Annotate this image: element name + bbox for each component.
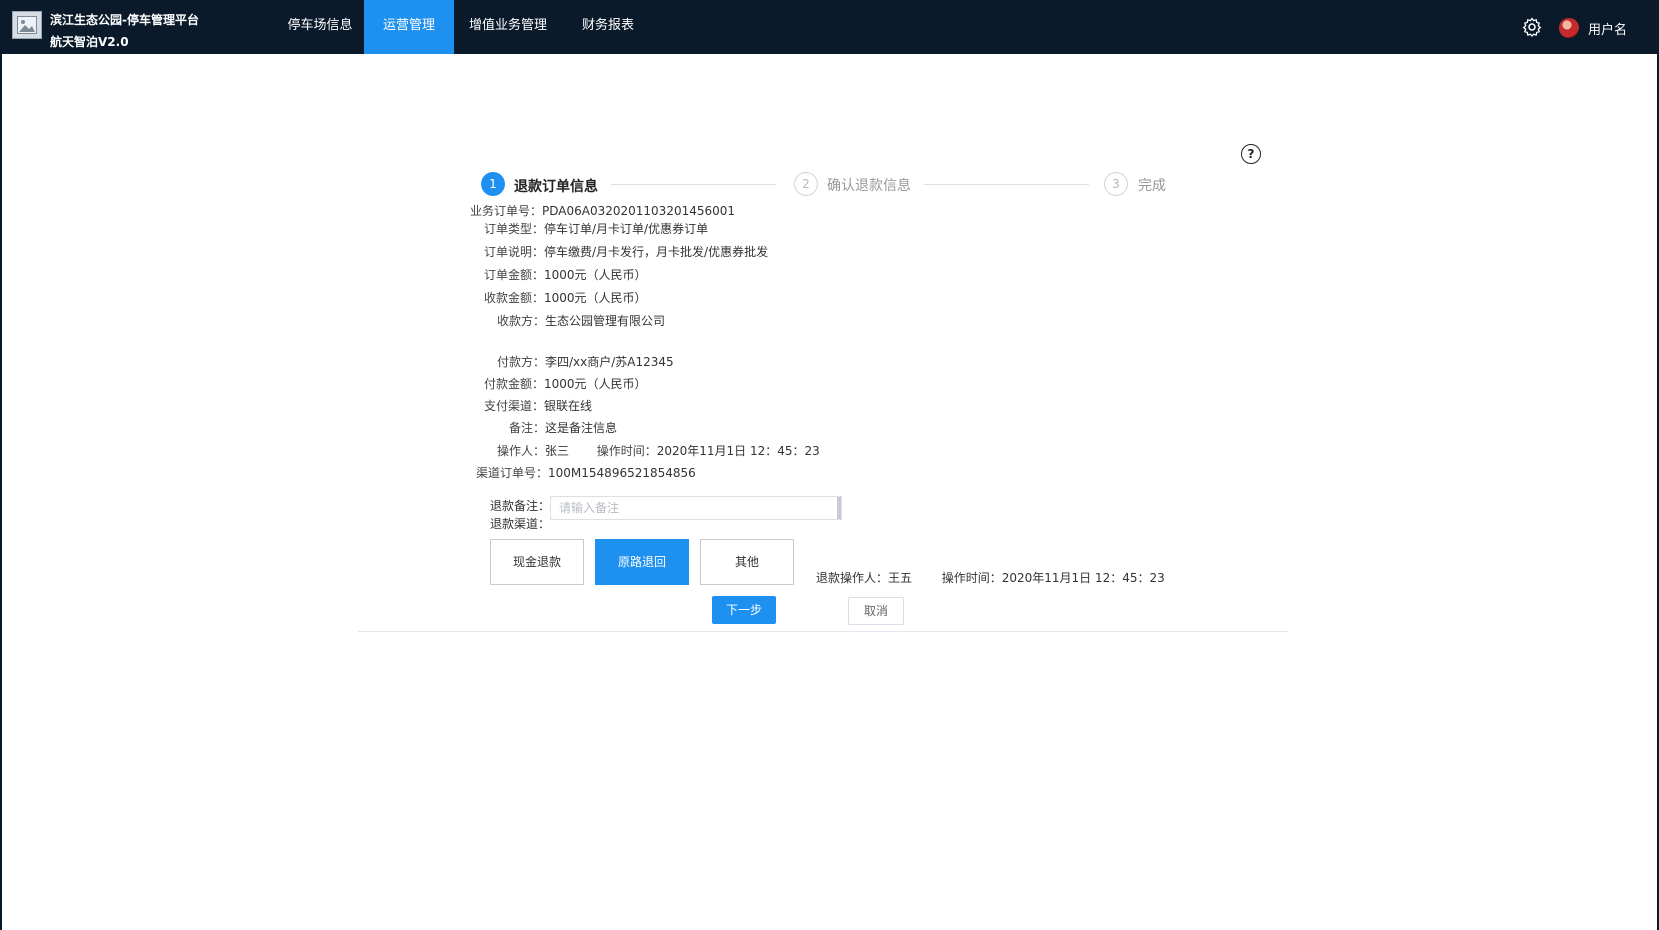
detail-label: 备注：	[509, 421, 546, 435]
detail-value: 1000元（人民币）	[544, 291, 647, 305]
detail-payer: 付款方：李四/xx商户/苏A12345	[497, 353, 674, 370]
nav-parking-info[interactable]: 停车场信息	[270, 0, 370, 54]
app-logo-icon	[12, 11, 42, 39]
step-3-label: 完成	[1138, 178, 1166, 194]
step-connector-2	[924, 184, 1089, 185]
refund-operator-value: 王五	[888, 571, 913, 585]
detail-value: 生态公园管理有限公司	[545, 314, 666, 328]
detail-label: 操作人：	[497, 444, 546, 458]
detail-received-amount: 收款金额：1000元（人民币）	[484, 289, 647, 306]
detail-channel-order: 渠道订单号：100M154896521854856	[476, 464, 696, 481]
refund-operator-info: 退款操作人：王五 操作时间：2020年11月1日 12：45：23	[816, 569, 1165, 586]
step-3-number: 3	[1104, 172, 1128, 196]
cancel-button[interactable]: 取消	[848, 597, 904, 625]
app-title-line2: 航天智泊V2.0	[50, 35, 129, 49]
detail-label: 操作时间：	[596, 444, 657, 458]
nav-finance-report[interactable]: 财务报表	[573, 0, 643, 54]
refund-remark-input[interactable]	[550, 496, 842, 520]
detail-pay-channel: 支付渠道：银联在线	[484, 397, 592, 414]
detail-label: 收款方：	[497, 314, 546, 328]
detail-value: 1000元（人民币）	[544, 377, 647, 391]
detail-operator: 操作人：张三 操作时间：2020年11月1日 12：45：23	[497, 442, 820, 459]
nav-value-added[interactable]: 增值业务管理	[461, 0, 555, 54]
detail-value: 李四/xx商户/苏A12345	[545, 355, 674, 369]
user-avatar[interactable]	[1559, 18, 1579, 38]
help-icon[interactable]: ?	[1241, 144, 1261, 164]
top-nav-bar: 滨江生态公园-停车管理平台 航天智泊V2.0 停车场信息 运营管理 增值业务管理…	[0, 0, 1659, 54]
detail-label: 支付渠道：	[484, 399, 545, 413]
detail-paid-amount: 付款金额：1000元（人民币）	[484, 375, 647, 392]
form-divider	[358, 631, 1288, 632]
detail-label: 渠道订单号：	[476, 466, 549, 480]
detail-label: 订单金额：	[484, 268, 545, 282]
detail-value: 停车订单/月卡订单/优惠券订单	[544, 222, 709, 236]
refund-channel-label: 退款渠道：	[490, 517, 551, 531]
detail-value: PDA06A0320201103201456001	[542, 204, 736, 218]
detail-value: 银联在线	[544, 399, 593, 413]
detail-value: 张三	[545, 444, 570, 458]
detail-order-no: 业务订单号：PDA06A0320201103201456001	[470, 202, 735, 219]
step-2-label: 确认退款信息	[827, 178, 911, 194]
refund-channel-original-button[interactable]: 原路退回	[595, 539, 689, 585]
detail-label: 付款方：	[497, 355, 546, 369]
input-scroll-handle	[837, 497, 841, 519]
detail-value: 停车缴费/月卡发行，月卡批发/优惠券批发	[544, 245, 769, 259]
detail-order-desc: 订单说明：停车缴费/月卡发行，月卡批发/优惠券批发	[484, 243, 768, 260]
refund-channel-cash-button[interactable]: 现金退款	[490, 539, 584, 585]
detail-order-amount: 订单金额：1000元（人民币）	[484, 266, 647, 283]
nav-operations[interactable]: 运营管理	[364, 0, 454, 54]
settings-gear-icon[interactable]	[1522, 17, 1542, 37]
left-edge	[0, 0, 2, 930]
refund-channel-other-button[interactable]: 其他	[700, 539, 794, 585]
detail-label: 业务订单号：	[470, 204, 543, 218]
refund-remark-label: 退款备注：	[490, 499, 551, 513]
detail-label: 付款金额：	[484, 377, 545, 391]
step-1-number: 1	[481, 172, 505, 196]
detail-order-type: 订单类型：停车订单/月卡订单/优惠券订单	[484, 220, 708, 237]
refund-time-label: 操作时间：	[941, 571, 1002, 585]
detail-remark: 备注：这是备注信息	[509, 419, 617, 436]
detail-label: 收款金额：	[484, 291, 545, 305]
app-title-line1: 滨江生态公园-停车管理平台	[50, 13, 199, 27]
detail-payee: 收款方：生态公园管理有限公司	[497, 312, 665, 329]
refund-time-value: 2020年11月1日 12：45：23	[1001, 571, 1165, 585]
next-step-button[interactable]: 下一步	[712, 596, 776, 624]
step-2-number: 2	[794, 172, 818, 196]
step-connector-1	[611, 184, 776, 185]
detail-value: 1000元（人民币）	[544, 268, 647, 282]
detail-value: 100M154896521854856	[548, 466, 696, 480]
detail-value: 2020年11月1日 12：45：23	[656, 444, 820, 458]
detail-label: 订单类型：	[484, 222, 545, 236]
refund-operator-label: 退款操作人：	[816, 571, 889, 585]
username[interactable]: 用户名	[1588, 19, 1627, 38]
app-title: 滨江生态公园-停车管理平台 航天智泊V2.0	[50, 9, 199, 53]
detail-label: 订单说明：	[484, 245, 545, 259]
detail-value: 这是备注信息	[545, 421, 618, 435]
step-1-label: 退款订单信息	[514, 179, 598, 195]
